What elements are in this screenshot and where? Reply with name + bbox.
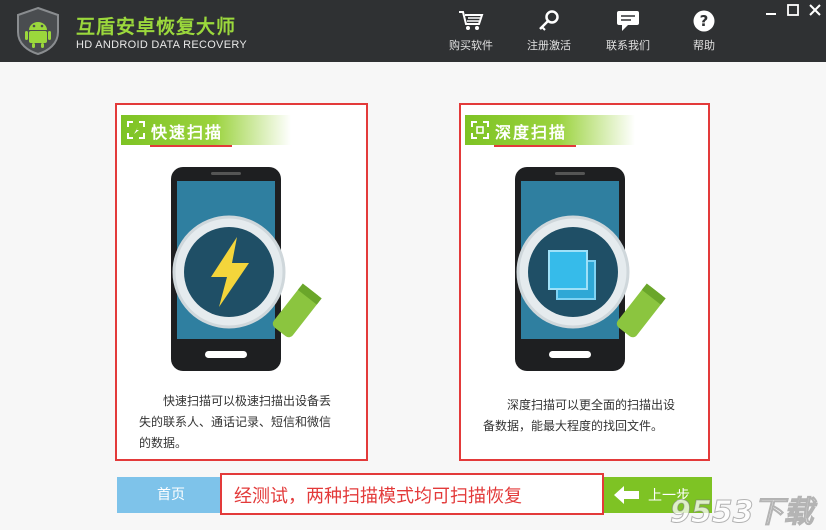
nav-contact[interactable]: 联系我们 [594,10,662,56]
card-title: 深度扫描 [495,123,568,142]
scan-frame-icon [127,121,145,139]
cart-icon [459,11,484,30]
card-description: 快速扫描可以极速扫描出设备丢 失的联系人、通话记录、短信和微信 的数据。 [139,391,331,454]
scan-frame-icon [471,121,489,139]
arrow-left-icon [614,486,639,504]
desc-line: 深度扫描可以更全面的扫描出设 [507,398,676,412]
nav-label: 帮助 [693,39,715,52]
desc-line: 快速扫描可以极速扫描出设备丢 [163,394,332,408]
nav-buy-software[interactable]: 购买软件 [437,10,505,56]
quick-scan-card[interactable]: 快速扫描 快速扫描可以极速扫描出设备丢 失的联系人、通话记录、短信和微信 的数据… [115,103,368,461]
card-description: 深度扫描可以更全面的扫描出设 备数据，能最大程度的找回文件。 [483,395,675,437]
chat-icon [617,11,639,31]
title-underline [150,145,232,147]
test-caption: 经测试，两种扫描模式均可扫描恢复 [234,486,522,507]
nav-register[interactable]: 注册激活 [515,10,583,56]
close-icon[interactable] [808,3,822,17]
site-watermark: 9553下载 [670,495,818,530]
maximize-icon[interactable] [786,3,800,17]
desc-line: 备数据，能最大程度的找回文件。 [483,419,664,433]
desc-line: 的数据。 [139,436,188,450]
android-shield-logo [17,6,59,56]
nav-label: 购买软件 [449,39,493,52]
home-button[interactable]: 首页 [117,477,225,513]
nav-label: 联系我们 [606,39,650,52]
watermark-text: 9553下载 [670,495,817,530]
title-underline [494,145,576,147]
title-bar: 互盾安卓恢复大师 HD ANDROID DATA RECOVERY 购买软件 注… [0,0,826,62]
key-icon [539,10,559,31]
card-header: 深度扫描 [465,115,635,145]
svg-text:?: ? [700,12,709,30]
nav-label: 注册激活 [527,39,571,52]
test-caption-box: 经测试，两种扫描模式均可扫描恢复 [220,473,604,515]
desc-line: 失的联系人、通话记录、短信和微信 [139,415,332,429]
nav-help[interactable]: ? 帮助 [670,10,738,56]
card-header: 快速扫描 [121,115,291,145]
deep-scan-card[interactable]: 深度扫描 深度扫描可以更全面的扫描出设 备数据，能最大程度的找回文件。 [459,103,710,461]
card-title: 快速扫描 [151,123,224,142]
deep-scan-phone-illustration [515,167,666,371]
help-icon: ? [693,10,715,32]
minimize-icon[interactable] [764,3,778,17]
quick-scan-phone-illustration [171,167,322,371]
app-subtitle: HD ANDROID DATA RECOVERY [76,39,248,51]
app-title: 互盾安卓恢复大师 [76,16,237,38]
